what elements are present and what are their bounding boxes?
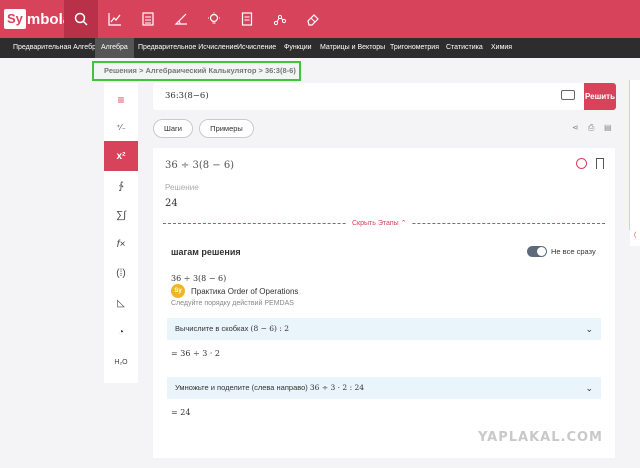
- step-2-math: 36 ÷ 3 · 2 : 24: [309, 383, 365, 392]
- nav-item-matrices[interactable]: Матрицы и Векторы: [320, 38, 385, 58]
- graph-icon[interactable]: [270, 9, 290, 29]
- nav-item-precalculus[interactable]: Предварительное Исчисление: [138, 38, 237, 58]
- step-by-step-toggle[interactable]: [527, 246, 547, 257]
- bookmark-icon[interactable]: [596, 158, 604, 169]
- chem-icon[interactable]: H₂O: [104, 347, 138, 377]
- toggle-label: Не все сразу: [551, 247, 596, 256]
- step-1-math: (8 − 6) : 2: [250, 324, 290, 333]
- step-1[interactable]: Вычислите в скобках (8 − 6) : 2 ⌄: [167, 318, 601, 340]
- print-icon[interactable]: ⎙: [588, 123, 594, 133]
- matrix-icon[interactable]: ⁺⁄₋: [104, 112, 138, 142]
- bulb-icon[interactable]: [204, 9, 224, 29]
- notes-panel: [629, 80, 640, 230]
- practice-text: Практика Order of Operations: [191, 286, 299, 296]
- practice-link[interactable]: Sy Практика Order of Operations: [171, 284, 298, 298]
- sum-icon[interactable]: ∑∫: [104, 200, 138, 230]
- step-2-result: = 24: [171, 408, 191, 417]
- angle-icon[interactable]: [171, 9, 191, 29]
- nav-item-chemistry[interactable]: Химия: [491, 38, 512, 58]
- symbol-toolbar: ≡ ⁺⁄₋ x² ∱ ∑∫ f× (⁞) ◺ ◔ H₂O: [104, 83, 138, 383]
- watermark: YAPLAKAL.COM: [478, 430, 603, 445]
- nav-item-trigonometry[interactable]: Тригонометрия: [390, 38, 439, 58]
- breadcrumb[interactable]: Решения > Алгебраический Калькулятор > 3…: [92, 61, 301, 81]
- hide-steps-button[interactable]: Скрыть Этапы ⌃: [347, 219, 412, 227]
- function-icon[interactable]: f×: [104, 229, 138, 259]
- notebook-icon[interactable]: [237, 9, 257, 29]
- steps-pill[interactable]: Шаги: [153, 119, 193, 138]
- step-2[interactable]: Умножьте и поделите (слева направо) 36 ÷…: [167, 377, 601, 399]
- pdf-icon[interactable]: ▤: [604, 123, 612, 132]
- keyboard-icon[interactable]: [561, 90, 575, 100]
- subject-nav: Предварительная Алгебра Алгебра Предвари…: [0, 38, 640, 58]
- chevron-up-icon: ⌃: [400, 220, 407, 227]
- chevron-down-icon[interactable]: ⌄: [585, 318, 593, 340]
- search-tab[interactable]: [64, 0, 98, 38]
- pemdas-note: Следуйте порядку действий PEMDAS: [171, 300, 294, 307]
- solution-label: Решение: [165, 183, 199, 192]
- step-1-result: = 36 ÷ 3 · 2: [171, 349, 221, 358]
- search-icon: [74, 12, 88, 26]
- nav-item-functions[interactable]: Функции: [284, 38, 312, 58]
- integral-sign-icon[interactable]: ∱: [104, 171, 138, 201]
- nav-item-algebra[interactable]: Алгебра: [95, 38, 134, 58]
- exponent-icon[interactable]: x²: [104, 141, 138, 171]
- nav-item-statistics[interactable]: Статистика: [446, 38, 483, 58]
- chart-icon[interactable]: [105, 9, 125, 29]
- side-tab[interactable]: ⟨: [630, 226, 640, 246]
- menu-icon[interactable]: ≡: [104, 85, 138, 115]
- step-2-text: Умножьте и поделите (слева направо): [175, 383, 308, 392]
- eraser-icon[interactable]: [303, 9, 323, 29]
- toggle-knob: [537, 247, 546, 256]
- steps-title: шагам решения: [171, 247, 241, 257]
- step-1-text: Вычислите в скобках: [175, 324, 249, 333]
- expression-input[interactable]: 36:3(8−6): [153, 83, 584, 110]
- share-icon[interactable]: ⋖: [572, 123, 579, 132]
- calculator-icon[interactable]: [138, 9, 158, 29]
- pie-icon[interactable]: ◔: [104, 317, 138, 347]
- practice-badge-icon: Sy: [171, 284, 185, 298]
- solution-card: 36 ÷ 3(8 − 6) Решение 24 Скрыть Этапы ⌃ …: [153, 148, 615, 458]
- result-expression: 36 ÷ 3(8 − 6): [165, 160, 235, 171]
- parentheses-icon[interactable]: (⁞): [104, 258, 138, 288]
- chevron-down-icon[interactable]: ⌄: [585, 377, 593, 399]
- steps-expression: 36 ÷ 3(8 − 6): [171, 274, 227, 283]
- logo-mark: Sy: [4, 9, 26, 29]
- nav-item-prealgebra[interactable]: Предварительная Алгебра: [13, 38, 100, 58]
- nav-item-calculus[interactable]: Исчисление: [237, 38, 276, 58]
- examples-pill[interactable]: Примеры: [199, 119, 254, 138]
- solve-button[interactable]: Решить: [584, 83, 616, 110]
- top-bar: Sy mbolab: [0, 0, 640, 38]
- solution-value: 24: [165, 198, 178, 209]
- hide-steps-label: Скрыть Этапы: [352, 220, 399, 227]
- zoom-icon[interactable]: [576, 158, 587, 169]
- expression-input-value: 36:3(8−6): [165, 91, 209, 101]
- triangle-icon[interactable]: ◺: [104, 288, 138, 318]
